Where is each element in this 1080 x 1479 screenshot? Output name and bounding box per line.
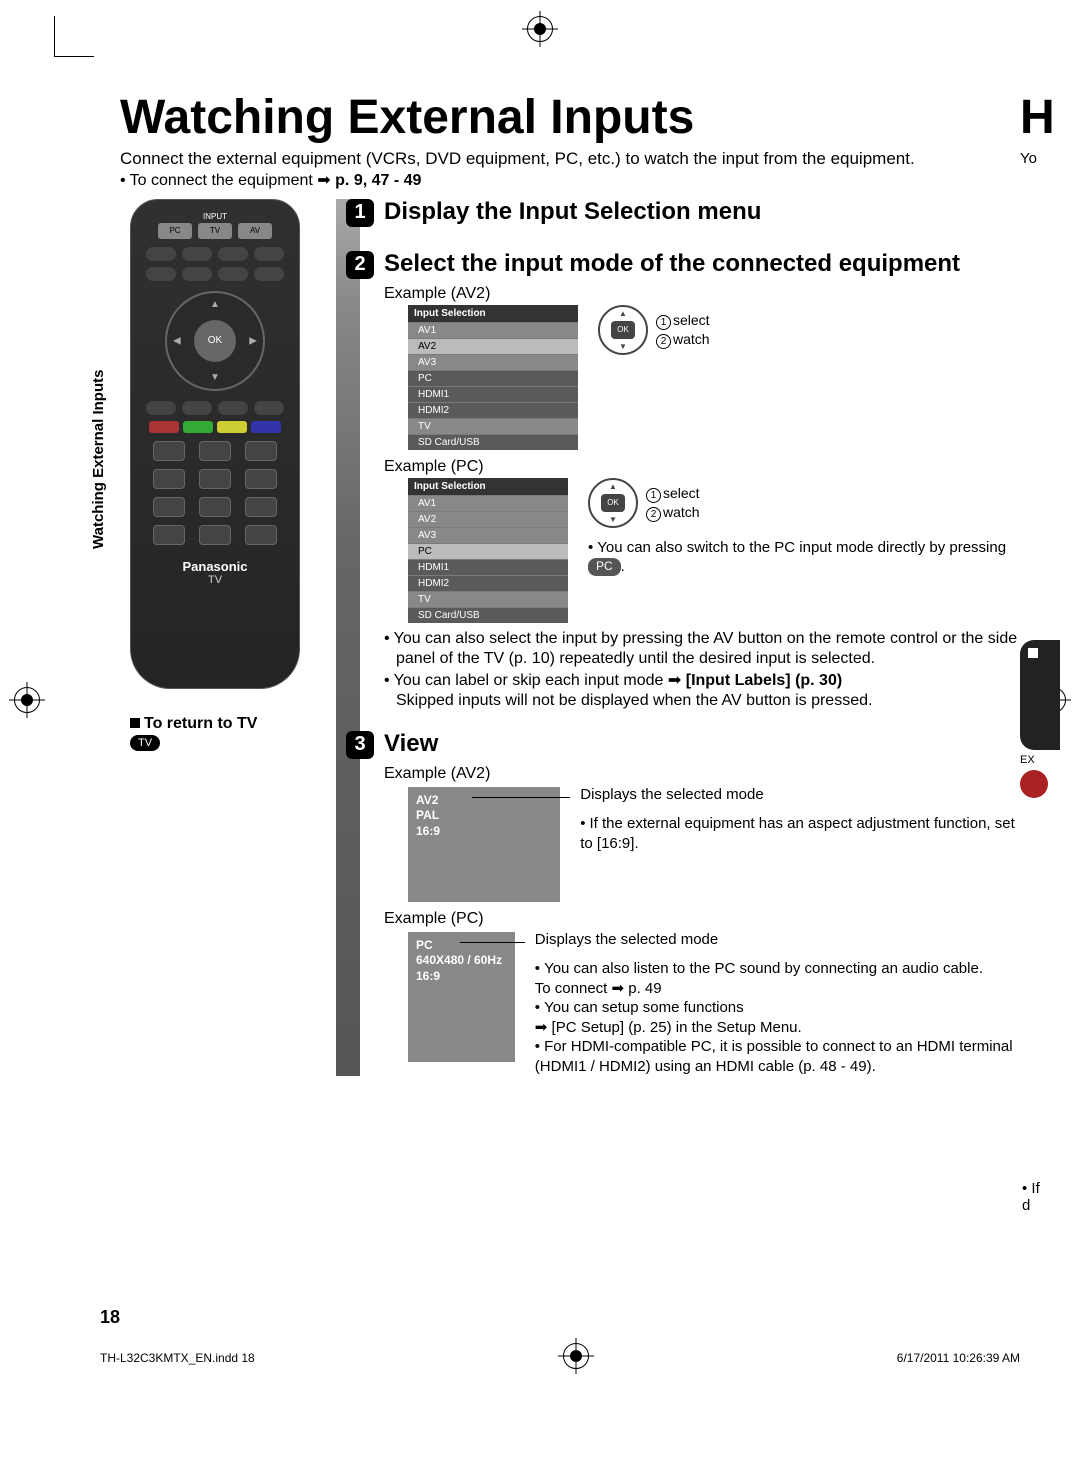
remote-tv-button: TV: [198, 223, 232, 239]
step-2-title: Select the input mode of the connected e…: [384, 251, 960, 277]
remote-dpad: ▲▼ ◀▶ OK: [165, 291, 265, 391]
pc-direct-note: You can also switch to the PC input mode…: [588, 538, 1020, 577]
intro-text: Connect the external equipment (VCRs, DV…: [120, 149, 1020, 169]
view-screen-av2: AV2 PAL 16:9: [408, 787, 560, 902]
section-side-label: Watching External Inputs: [90, 369, 107, 548]
remote-input-label: INPUT: [143, 212, 287, 221]
view-pc-side: Displays the selected mode You can also …: [535, 930, 1020, 1077]
view-av2-side: Displays the selected mode If the extern…: [580, 785, 1020, 854]
step-number-3: 3: [346, 731, 374, 759]
crop-mark: [54, 16, 55, 56]
view-screen-pc: PC 640X480 / 60Hz 16:9: [408, 932, 515, 1062]
example-av2-label: Example (AV2): [384, 285, 1020, 303]
dpad-hint-pc: OK 1select 2watch: [588, 478, 700, 528]
step-1-title: Display the Input Selection menu: [384, 199, 761, 225]
next-page-fragment: H Yo EX • If d: [1020, 90, 1080, 1310]
dpad-hint-av2: OK 1select 2watch: [598, 305, 710, 355]
footer-right: 6/17/2011 10:26:39 AM: [897, 1351, 1020, 1365]
step-number-1: 1: [346, 199, 374, 227]
step-gradient-bar: [336, 199, 360, 1077]
page-title: Watching External Inputs: [120, 90, 1020, 145]
registration-mark-icon: [563, 1343, 589, 1372]
view-example-pc-label: Example (PC): [384, 910, 1020, 928]
step-3-title: View: [384, 731, 438, 757]
footer-left: TH-L32C3KMTX_EN.indd 18: [100, 1351, 255, 1365]
remote-av-button: AV: [238, 223, 272, 239]
remote-brand: Panasonic: [143, 559, 287, 574]
return-to-tv-heading: To return to TV: [130, 715, 320, 733]
remote-pc-button: PC: [158, 223, 192, 239]
input-selection-menu-pc: Input Selection AV1 AV2 AV3 PC HDMI1 HDM…: [408, 478, 568, 623]
remote-ok-button: OK: [194, 320, 236, 362]
connect-note: To connect the equipment ➡ p. 9, 47 - 49: [120, 171, 1020, 190]
step-number-2: 2: [346, 251, 374, 279]
crop-mark: [54, 56, 94, 57]
remote-illustration: INPUT PC TV AV ▲▼ ◀▶ OK: [130, 199, 300, 689]
input-selection-menu-av2: Input Selection AV1 AV2 AV3 PC HDMI1 HDM…: [408, 305, 578, 450]
registration-mark-icon: [14, 687, 40, 713]
view-example-av2-label: Example (AV2): [384, 765, 1020, 783]
step-2-bullets: You can also select the input by pressin…: [384, 629, 1020, 711]
registration-mark-icon: [527, 16, 553, 42]
tv-button-pill: TV: [130, 735, 160, 751]
remote-brand-sub: TV: [143, 574, 287, 586]
example-pc-label: Example (PC): [384, 458, 1020, 476]
page-number: 18: [100, 1307, 120, 1328]
